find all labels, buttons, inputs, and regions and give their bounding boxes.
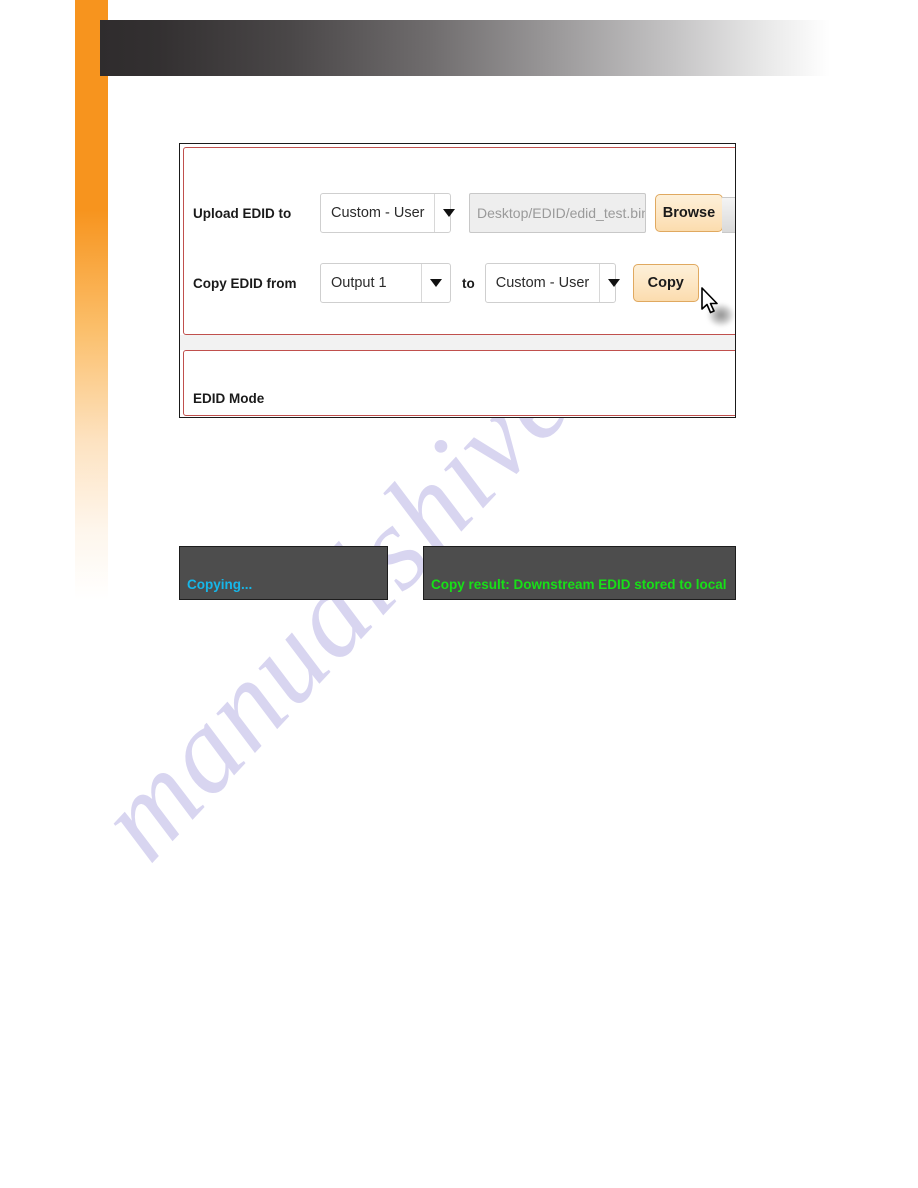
status-box-copy-result: Copy result: Downstream EDID stored to l… xyxy=(423,546,736,600)
edid-file-path-input[interactable]: Desktop/EDID/edid_test.bin xyxy=(469,193,646,233)
status-box-copying: Copying... xyxy=(179,546,388,600)
clipped-secondary-button[interactable] xyxy=(722,197,735,233)
copy-edid-label: Copy EDID from xyxy=(193,275,297,291)
copy-edid-row: Copy EDID from Output 1 to Custom - User… xyxy=(193,262,699,304)
edid-mode-label: EDID Mode xyxy=(193,391,265,406)
copy-source-select[interactable]: Output 1 xyxy=(320,263,451,303)
mouse-cursor-icon xyxy=(700,287,722,317)
edid-settings-screenshot: Upload EDID to Custom - User Desktop/EDI… xyxy=(179,143,736,418)
chevron-down-icon[interactable] xyxy=(421,264,450,302)
upload-edid-label: Upload EDID to xyxy=(193,205,292,221)
copy-button[interactable]: Copy xyxy=(632,264,699,302)
chevron-down-icon[interactable] xyxy=(434,194,463,232)
panel-separator xyxy=(180,335,735,350)
page-accent-strip xyxy=(75,0,108,600)
edid-mode-panel: EDID Mode xyxy=(183,350,735,416)
status-message-text: Copying... xyxy=(187,577,253,592)
upload-target-select[interactable]: Custom - User xyxy=(320,193,456,233)
status-message-text: Copy result: Downstream EDID stored to l… xyxy=(431,577,727,592)
page-header-band xyxy=(100,20,830,76)
chevron-down-icon[interactable] xyxy=(599,264,628,302)
copy-to-label: to xyxy=(462,275,475,291)
copy-target-value: Custom - User xyxy=(495,275,590,291)
copy-target-select[interactable]: Custom - User xyxy=(484,263,621,303)
watermark: manualshive.com xyxy=(71,160,918,890)
upload-edid-row: Upload EDID to Custom - User Desktop/EDI… xyxy=(193,192,723,234)
edid-management-panel: Upload EDID to Custom - User Desktop/EDI… xyxy=(183,147,735,335)
upload-target-value: Custom - User xyxy=(331,205,425,221)
browse-button[interactable]: Browse xyxy=(655,194,723,232)
cursor-shadow xyxy=(708,304,734,326)
copy-source-value: Output 1 xyxy=(331,275,387,291)
